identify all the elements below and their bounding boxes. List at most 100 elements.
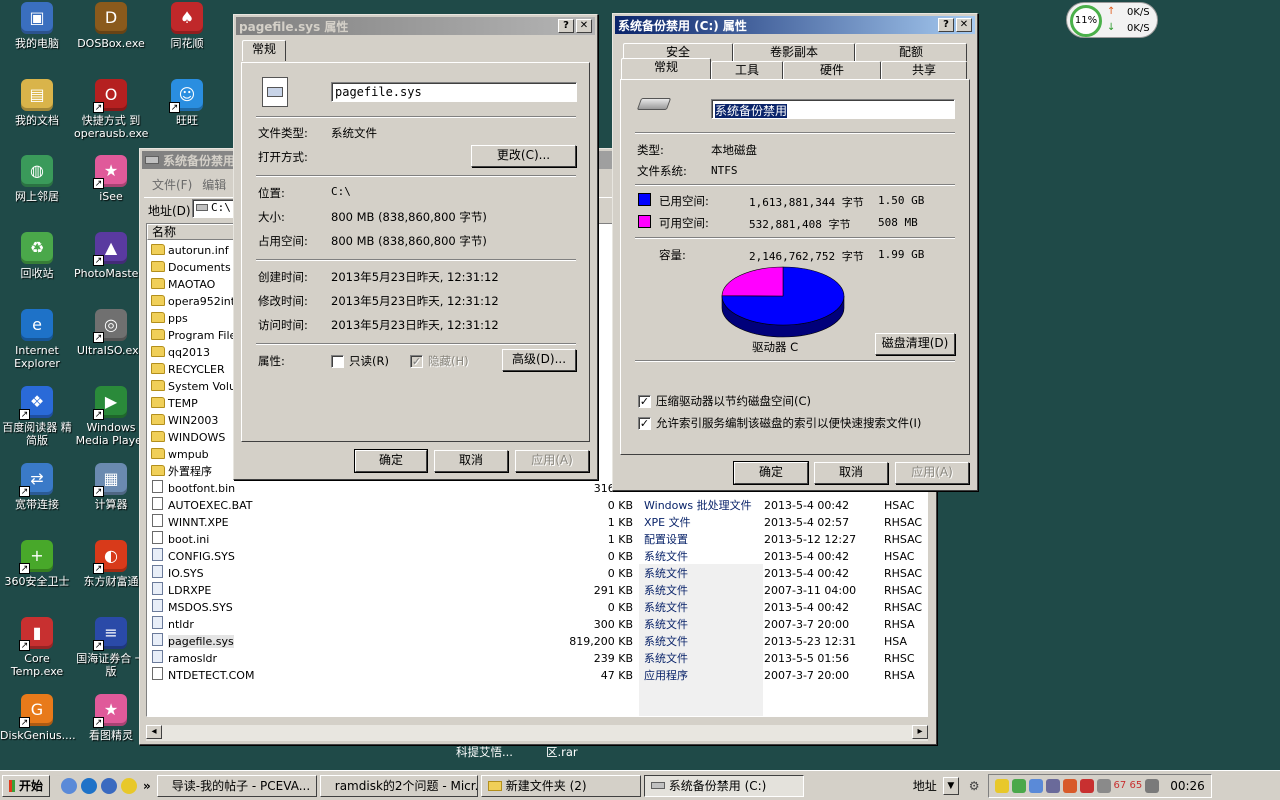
quicklaunch-ie-icon[interactable] (81, 777, 97, 794)
task-browser-ramdisk[interactable]: ramdisk的2个问题 - Micr... (319, 774, 478, 797)
desktop-label-1[interactable]: 科提艾悟... (456, 744, 513, 760)
desktop-icon[interactable]: ♠ 同花顺 (150, 2, 224, 50)
folder-row[interactable]: Program Files (151, 327, 242, 344)
pagefile-dialog-titlebar[interactable]: pagefile.sys 属性 ? ✕ (236, 17, 595, 35)
desktop-icon[interactable]: ◎ ↗ UltraISO.exe (74, 309, 148, 357)
advanced-button[interactable]: 高级(D)... (502, 349, 576, 371)
index-checkbox[interactable]: ✓ 允许索引服务编制该磁盘的索引以便快速搜索文件(I) (638, 415, 921, 431)
desktop-icon[interactable]: ▦ ↗ 计算器 (74, 463, 148, 511)
tab-hardware[interactable]: 硬件 (783, 61, 881, 79)
tab-quota[interactable]: 配额 (855, 43, 967, 61)
close-button[interactable]: ✕ (956, 18, 972, 32)
folder-row[interactable]: WINDOWS (151, 429, 225, 446)
desktop-icon[interactable]: ♻ 回收站 (0, 232, 74, 280)
disk-cleanup-button[interactable]: 磁盘清理(D) (875, 333, 955, 355)
file-row[interactable]: CONFIG.SYS (151, 548, 235, 565)
desktop-icon[interactable]: ▣ 我的电脑 (0, 2, 74, 50)
folder-row[interactable]: wmpub (151, 446, 209, 463)
address-input[interactable]: C:\ (192, 199, 236, 218)
folder-row[interactable]: TEMP (151, 395, 198, 412)
file-row[interactable]: IO.SYS (151, 565, 204, 582)
file-row[interactable]: pagefile.sys (151, 633, 234, 650)
menu-edit[interactable]: 编辑 (202, 176, 226, 193)
desktop-icon[interactable]: e Internet Explorer (0, 309, 74, 370)
desktop-icon[interactable]: ☺ ↗ 旺旺 (150, 79, 224, 127)
close-button[interactable]: ✕ (576, 19, 592, 33)
apply-button[interactable]: 应用(A) (895, 462, 969, 484)
tray-app-icon-1[interactable] (994, 778, 1009, 793)
address-dropdown[interactable]: ▼ (942, 776, 959, 795)
task-browser-forum[interactable]: 导读-我的帖子 - PCEVA... (156, 774, 317, 797)
filename-input[interactable]: pagefile.sys (331, 82, 577, 102)
desktop-icon[interactable]: ▶ ↗ Windows Media Player (74, 386, 148, 447)
tray-temperature-readout[interactable]: 67 65 (1114, 780, 1143, 791)
folder-row[interactable]: MAOTAO (151, 276, 215, 293)
tab-shadow-copies[interactable]: 卷影副本 (733, 43, 855, 61)
volume-name-input[interactable]: 系统备份禁用 (711, 99, 955, 119)
file-row[interactable]: ramosldr (151, 650, 217, 667)
folder-row[interactable]: 外置程序 (151, 463, 212, 480)
drive-properties-dialog[interactable]: 系统备份禁用 (C:) 属性 ? ✕ 安全 卷影副本 配额 常规 工具 硬件 共… (612, 13, 978, 491)
file-row[interactable]: LDRXPE (151, 582, 211, 599)
menu-file[interactable]: 文件(F) (152, 176, 192, 193)
cancel-button[interactable]: 取消 (814, 462, 888, 484)
drive-dialog-titlebar[interactable]: 系统备份禁用 (C:) 属性 ? ✕ (615, 16, 975, 34)
toolbar-gear-icon[interactable]: ⚙ (969, 779, 980, 793)
ok-button[interactable]: 确定 (354, 449, 428, 473)
quicklaunch-search-icon[interactable] (61, 777, 77, 794)
folder-row[interactable]: opera952int (151, 293, 235, 310)
ok-button[interactable]: 确定 (733, 461, 809, 485)
pagefile-properties-dialog[interactable]: pagefile.sys 属性 ? ✕ 常规 pagefile.sys 文件类型… (233, 14, 598, 480)
folder-row[interactable]: RECYCLER (151, 361, 225, 378)
network-meter[interactable]: 11% ↑ 0K/S ↓ 0K/S (1066, 2, 1158, 38)
tab-sharing[interactable]: 共享 (881, 61, 967, 79)
tray-app-icon-5[interactable] (1062, 778, 1077, 793)
tab-general[interactable]: 常规 (621, 58, 711, 79)
file-row[interactable]: bootfont.bin (151, 480, 235, 497)
desktop-icon[interactable]: ◐ ↗ 东方财富通 (74, 540, 148, 588)
file-row[interactable]: ntldr (151, 616, 194, 633)
start-button[interactable]: 开始 (2, 774, 50, 797)
quicklaunch-overflow-icon[interactable]: » (143, 779, 151, 793)
desktop-icon[interactable]: D DOSBox.exe (74, 2, 148, 50)
file-row[interactable]: AUTOEXEC.BAT (151, 497, 253, 514)
desktop-icon[interactable]: ◍ 网上邻居 (0, 155, 74, 203)
scroll-left-button[interactable]: ◂ (146, 725, 162, 739)
quicklaunch-qq-icon[interactable] (121, 777, 137, 794)
tray-app-icon-7[interactable] (1096, 778, 1111, 793)
desktop-icon[interactable]: ▮ ↗ Core Temp.exe (0, 617, 74, 678)
desktop-icon[interactable]: ⇄ ↗ 宽带连接 (0, 463, 74, 511)
cancel-button[interactable]: 取消 (434, 450, 508, 472)
help-button[interactable]: ? (938, 18, 954, 32)
scroll-right-button[interactable]: ▸ (912, 725, 928, 739)
help-button[interactable]: ? (558, 19, 574, 33)
horizontal-scrollbar[interactable]: ◂ ▸ (146, 725, 928, 741)
desktop-icon[interactable]: + ↗ 360安全卫士 (0, 540, 74, 588)
tray-app-icon-6[interactable] (1079, 778, 1094, 793)
readonly-checkbox[interactable]: 只读(R) (331, 353, 389, 369)
change-button[interactable]: 更改(C)... (471, 145, 576, 167)
desktop-icon[interactable]: O ↗ 快捷方式 到 operausb.exe (74, 79, 148, 140)
file-row[interactable]: WINNT.XPE (151, 514, 229, 531)
folder-row[interactable]: WIN2003 (151, 412, 218, 429)
desktop-icon[interactable]: G ↗ DiskGenius.... (0, 694, 76, 742)
column-header-name[interactable]: 名称 (147, 224, 237, 240)
tray-app-icon-2[interactable] (1011, 778, 1026, 793)
tray-app-icon-3[interactable] (1028, 778, 1043, 793)
desktop-icon[interactable]: ★ ↗ iSee (74, 155, 148, 203)
compress-checkbox[interactable]: ✓ 压缩驱动器以节约磁盘空间(C) (638, 393, 811, 409)
tray-volume-icon[interactable] (1145, 778, 1160, 793)
folder-row[interactable]: pps (151, 310, 188, 327)
desktop-icon[interactable]: ★ ↗ 看图精灵 (74, 694, 148, 742)
tab-tools[interactable]: 工具 (711, 61, 783, 79)
apply-button[interactable]: 应用(A) (515, 450, 589, 472)
desktop-icon[interactable]: ≡ ↗ 国海证券合 一版 (74, 617, 148, 678)
task-new-folder[interactable]: 新建文件夹 (2) (480, 774, 641, 797)
tray-app-icon-4[interactable] (1045, 778, 1060, 793)
desktop-icon[interactable]: ▲ ↗ PhotoMaste... (74, 232, 149, 280)
folder-row[interactable]: autorun.inf (151, 242, 229, 259)
file-row[interactable]: NTDETECT.COM (151, 667, 254, 684)
clock[interactable]: 00:26 (1170, 779, 1205, 793)
quicklaunch-opera-icon[interactable] (101, 777, 117, 794)
task-drive-c[interactable]: 系统备份禁用 (C:) (643, 774, 804, 797)
